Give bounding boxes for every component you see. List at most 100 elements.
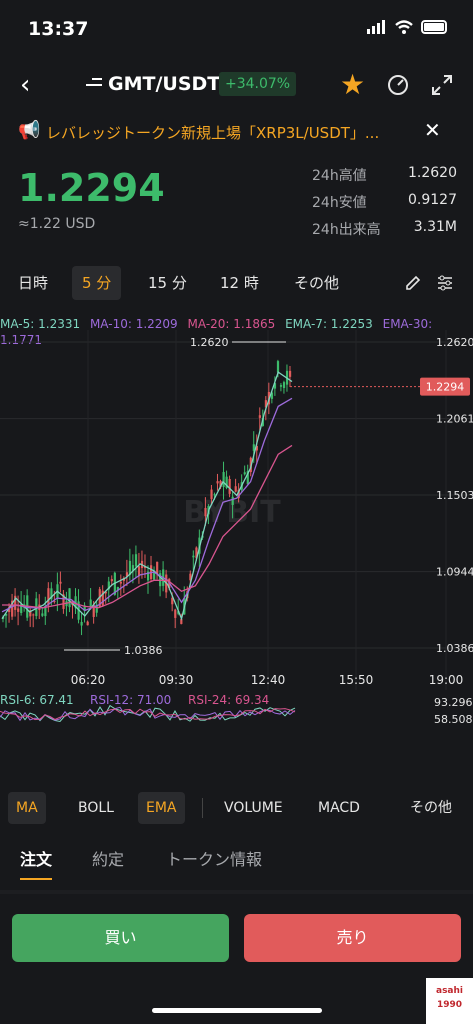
change-badge: +34.07% [219,72,297,96]
indicator-divider [202,798,203,818]
settings-sliders-icon[interactable] [436,274,454,292]
legend-ema7: EMA-7: 1.2253 [285,317,373,331]
interval-tabs: 日時 5 分 15 分 12 時 その他 [0,266,473,302]
legend-ma10: MA-10: 1.2209 [89,317,178,331]
y-tick-label: 1.2620 [436,336,473,349]
chart-canvas[interactable]: 1.2620 1.2061 1.1503 1.0944 1.0386 06:20 09:30… [0,330,473,730]
tab-12h[interactable]: 12 時 [210,266,269,300]
tab-trades[interactable]: 約定 [92,846,124,870]
status-time: 13:37 [28,18,89,40]
candle-body [86,621,89,626]
tab-token-info[interactable]: トークン情報 [166,846,262,870]
status-icons [367,20,447,34]
tab-5min[interactable]: 5 分 [72,266,122,300]
current-price-label: 1.2294 [426,381,465,394]
megaphone-icon: 📢 [18,120,41,141]
y-tick-label: 1.0386 [436,642,473,655]
candle-body [110,579,113,582]
ind-boll[interactable]: BOLL [70,792,122,824]
watermark-line2: 1990 [436,1000,463,1010]
high-marker-label: 1.2620 [190,336,229,349]
rsi12-legend: RSI-12: 71.00 [90,693,171,707]
candle-body [282,382,286,389]
close-icon[interactable]: ✕ [424,118,441,142]
x-tick-label: 06:20 [71,673,106,687]
candle-body [243,472,246,475]
pair-title[interactable]: GMT/USDT [108,73,220,95]
rsi-line [0,704,296,723]
candle-body [258,415,261,418]
tab-underline [20,878,52,880]
legend-ema30: EMA-30: [382,317,433,331]
expand-icon[interactable] [430,73,454,97]
candle-body [80,621,83,626]
section-tabs: 注文 約定 トークン情報 [0,842,473,886]
x-tick-label: 19:00 [429,673,464,687]
candle-body [41,613,44,616]
y-tick-label: 1.1503 [436,489,473,502]
indicator-tabs: MA BOLL EMA VOLUME MACD その他 [0,792,473,826]
candle-body [134,554,138,567]
candle-body [288,370,292,377]
ind-macd[interactable]: MACD [310,792,368,824]
tab-orders[interactable]: 注文 [20,846,52,870]
announcement-text[interactable]: レバレッジトークン新規上場「XRP3L/USDT」... [46,122,416,143]
ind-more[interactable]: その他 [402,792,460,824]
pencil-icon[interactable] [404,274,422,292]
candle-body [222,472,225,487]
stat-row-high: 24h高値 1.2620 [312,165,457,192]
back-icon[interactable]: ‹ [20,70,30,100]
x-tick-label: 15:50 [339,673,374,687]
battery-icon [421,20,447,34]
watermark-logo: asahi 1990 [426,978,473,1024]
price-chart[interactable]: 1.2620 1.2061 1.1503 1.0944 1.0386 06:20 09:30… [0,330,473,730]
x-tick-label: 12:40 [251,673,286,687]
legend-ma5: MA-5: 1.2331 [0,317,81,331]
home-indicator[interactable] [152,1008,322,1013]
stat-key: 24h高値 [312,168,367,184]
candle-body [213,494,216,496]
candle-body [68,588,71,608]
candle-body [17,608,20,612]
last-price: 1.2294 [18,166,165,210]
tab-time[interactable]: 日時 [8,266,58,300]
refresh-icon[interactable] [386,73,410,97]
status-bar: 13:37 [0,0,473,58]
candle-body [228,479,231,494]
rsi24-legend: RSI-24: 69.34 [188,693,269,707]
buy-button[interactable]: 買い [12,914,229,962]
pair-menu-icon[interactable] [86,78,102,90]
y-tick-label: 1.0944 [436,566,473,579]
favorite-star-icon[interactable]: ★ [340,68,365,101]
candle-body [156,561,159,575]
tab-15min[interactable]: 15 分 [138,266,197,300]
stat-key: 24h安値 [312,195,367,211]
ind-ma[interactable]: MA [8,792,46,824]
y-tick-label: 1.2061 [436,413,473,426]
candle-body [216,481,219,484]
x-tick-label: 09:30 [159,673,194,687]
stat-value: 0.9127 [408,192,457,208]
candle-body [119,581,123,584]
stat-value: 1.2620 [408,165,457,181]
sell-button[interactable]: 売り [244,914,461,962]
watermark-line1: asahi [436,986,463,996]
low-marker-label: 1.0386 [124,644,163,657]
ind-ema[interactable]: EMA [138,792,185,824]
candle-body [279,385,283,387]
candle-body [276,361,280,373]
stat-row-volume: 24h出来高 3.31M [312,219,457,246]
candle-body [210,489,213,500]
candle-body [47,588,50,606]
header: ‹ GMT/USDT +34.07% ★ [0,60,473,110]
rsi-tick-label: 93.296 [434,696,473,709]
stats-panel: 24h高値 1.2620 24h安値 0.9127 24h出来高 3.31M [312,165,457,246]
usd-price: ≈1.22 USD [18,216,96,232]
ind-volume[interactable]: VOLUME [216,792,291,824]
announcement-bar[interactable]: 📢 レバレッジトークン新規上場「XRP3L/USDT」... ✕ [0,114,473,150]
candle-body [234,486,237,492]
candle-body [32,614,35,616]
tab-more[interactable]: その他 [284,266,349,300]
stat-row-low: 24h安値 0.9127 [312,192,457,219]
candle-body [174,609,177,618]
